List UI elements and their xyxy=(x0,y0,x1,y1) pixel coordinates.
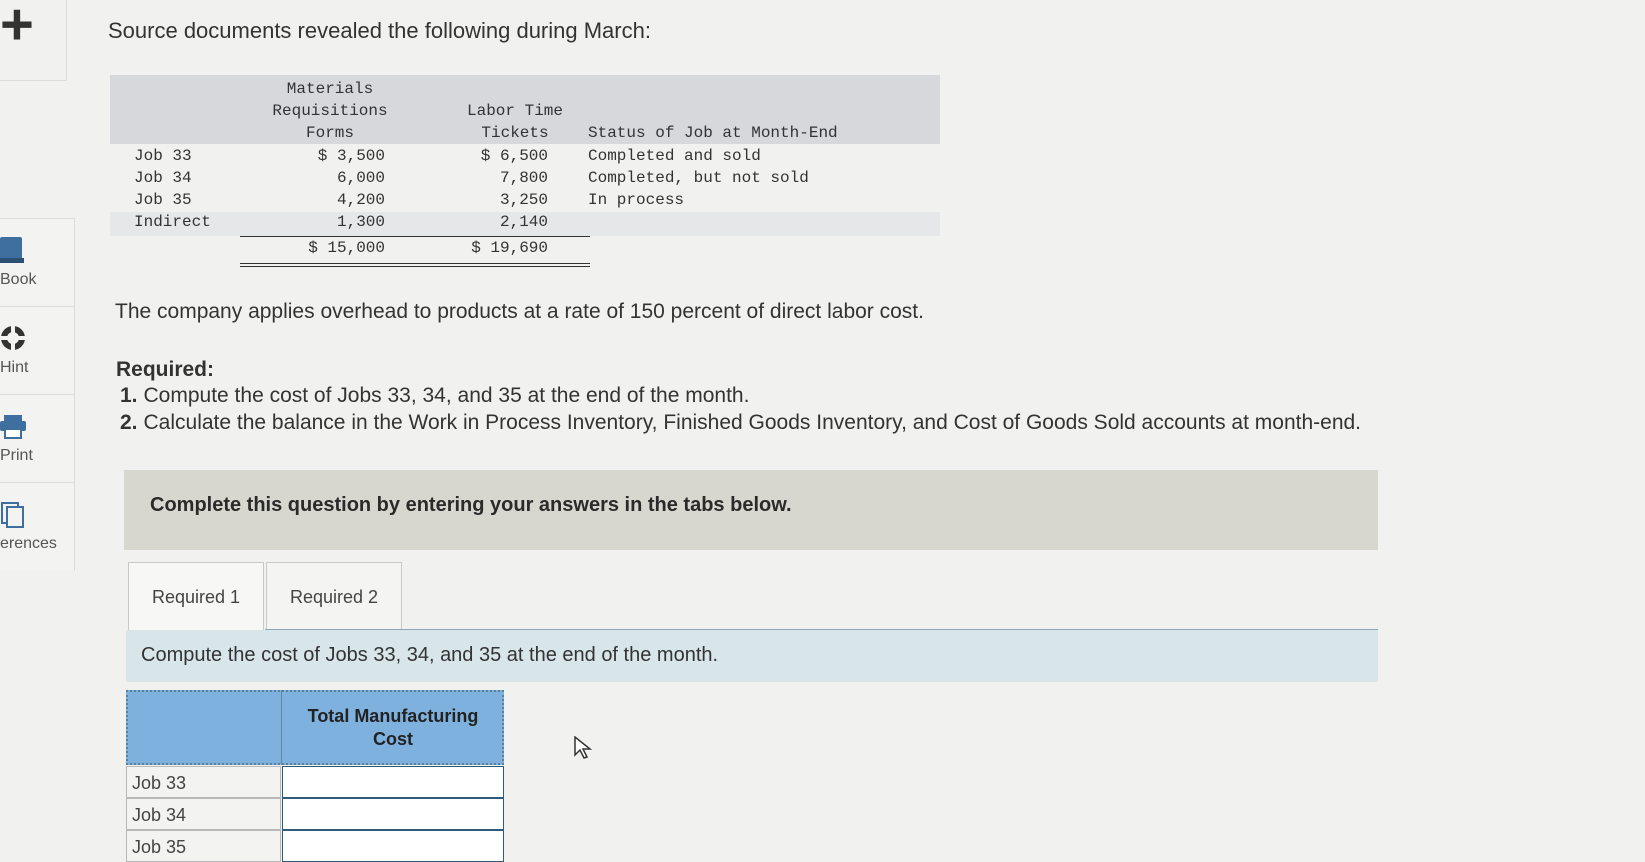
sidebar-item-print[interactable]: Print xyxy=(0,394,75,483)
row-labor: $ 6,500 xyxy=(480,147,548,165)
tab-instruction: Compute the cost of Jobs 33, 34, and 35 … xyxy=(126,630,1378,682)
sidebar-item-label: Print xyxy=(0,447,33,464)
sidebar-item-hint[interactable]: Hint xyxy=(0,306,75,395)
row-materials: 1,300 xyxy=(336,213,385,231)
row-label: Job 35 xyxy=(126,830,281,862)
sidebar-item-label: Book xyxy=(0,271,37,288)
job-33-cost-input[interactable] xyxy=(282,766,504,798)
references-icon xyxy=(1,502,24,528)
sidebar-item-book[interactable]: Book xyxy=(0,218,75,307)
tab-required-1[interactable]: Required 1 xyxy=(128,562,264,631)
required-title: Required: xyxy=(116,358,215,381)
lifebuoy-icon xyxy=(1,326,25,350)
add-button[interactable]: + xyxy=(0,0,67,81)
required-item-number: 2. xyxy=(120,411,138,434)
row-label: Job 33 xyxy=(126,766,281,798)
required-item-number: 1. xyxy=(120,384,138,407)
required-item-text: Compute the cost of Jobs 33, 34, and 35 … xyxy=(143,384,750,407)
required-item-text: Calculate the balance in the Work in Pro… xyxy=(143,411,1362,434)
instruction-banner: Complete this question by entering your … xyxy=(124,470,1378,550)
printer-icon xyxy=(0,415,26,439)
mouse-cursor-icon xyxy=(574,736,592,759)
header-labor-line2: Tickets xyxy=(481,124,549,142)
row-status: In process xyxy=(588,191,685,209)
header-materials-line2: Requisitions xyxy=(272,102,388,120)
total-double-rule-1 xyxy=(240,263,590,264)
required-item-1: 1. Compute the cost of Jobs 33, 34, and 3… xyxy=(120,384,749,408)
answer-table: Total Manufacturing Cost Job 33 Job 34 J… xyxy=(126,690,506,862)
row-materials: $ 3,500 xyxy=(317,147,385,165)
tab-required-2[interactable]: Required 2 xyxy=(266,562,402,631)
book-icon xyxy=(0,237,24,263)
header-status: Status of Job at Month-End xyxy=(588,124,838,142)
total-labor: $ 19,690 xyxy=(471,239,548,257)
table-row: Job 33 xyxy=(126,766,504,798)
job-34-cost-input[interactable] xyxy=(282,798,504,830)
required-item-2: 2. Calculate the balance in the Work in P… xyxy=(120,411,1361,435)
row-status: Completed, but not sold xyxy=(588,169,809,187)
row-job: Job 34 xyxy=(134,169,192,187)
plus-icon: + xyxy=(0,0,34,57)
row-materials: 4,200 xyxy=(336,191,385,209)
subtotal-rule xyxy=(240,236,590,237)
row-job: Job 33 xyxy=(134,147,192,165)
header-total-manufacturing-cost: Total Manufacturing Cost xyxy=(282,705,504,751)
table-row: Job 34 xyxy=(126,798,504,830)
header-materials-line3: Forms xyxy=(305,124,354,142)
row-labor: 3,250 xyxy=(499,191,548,209)
header-labor-line1: Labor Time xyxy=(466,102,563,120)
instruction-text: Compute the cost of Jobs 33, 34, and 35 … xyxy=(141,644,719,666)
banner-text: Complete this question by entering your … xyxy=(150,494,792,516)
table-row: Job 35 xyxy=(126,830,504,862)
total-double-rule-2 xyxy=(240,266,590,267)
page-heading: Source documents revealed the following … xyxy=(108,18,651,43)
job-35-cost-input[interactable] xyxy=(282,830,504,862)
source-data-table: Materials Requisitions Forms Labor Time … xyxy=(110,75,940,275)
overhead-rate-text: The company applies overhead to products… xyxy=(115,300,924,323)
sidebar: + Book Hint Print erences xyxy=(0,0,75,862)
row-label: Job 34 xyxy=(126,798,281,830)
row-status: Completed and sold xyxy=(588,147,761,165)
row-materials: 6,000 xyxy=(336,169,385,187)
sidebar-item-label: erences xyxy=(0,535,57,552)
row-labor: 7,800 xyxy=(499,169,548,187)
row-labor: 2,140 xyxy=(499,213,548,231)
total-materials: $ 15,000 xyxy=(308,239,385,257)
header-line: Total Manufacturing xyxy=(307,706,479,726)
tab-label: Required 1 xyxy=(151,587,241,607)
sidebar-item-label: Hint xyxy=(0,359,29,376)
header-materials-line1: Materials xyxy=(286,80,374,98)
sidebar-item-references[interactable]: erences xyxy=(0,482,75,571)
header-line: Cost xyxy=(373,729,413,749)
tab-label: Required 2 xyxy=(289,587,379,607)
row-job: Indirect xyxy=(134,213,211,231)
row-job: Job 35 xyxy=(134,191,192,209)
